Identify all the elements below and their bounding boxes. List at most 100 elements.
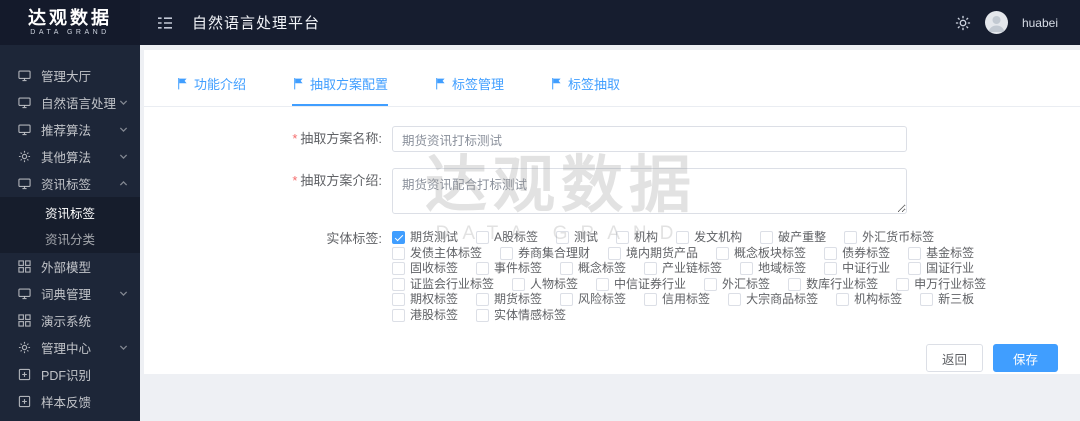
- entity-tag-checkbox[interactable]: 概念板块标签: [716, 246, 806, 262]
- entity-tag-checkbox[interactable]: 期权标签: [392, 292, 458, 308]
- checkbox-icon[interactable]: [908, 247, 921, 260]
- checkbox-icon[interactable]: [608, 247, 621, 260]
- checkbox-icon[interactable]: [676, 231, 689, 244]
- entity-tag-checkbox[interactable]: 基金标签: [908, 246, 974, 262]
- checkbox-icon[interactable]: [500, 247, 513, 260]
- back-button[interactable]: 返回: [926, 344, 983, 372]
- entity-tag-checkbox[interactable]: 信用标签: [644, 292, 710, 308]
- checkbox-label: 外汇标签: [722, 277, 770, 293]
- entity-tag-checkbox[interactable]: 测试: [556, 230, 598, 246]
- entity-tag-checkbox[interactable]: 境内期货产品: [608, 246, 698, 262]
- menu-toggle-icon[interactable]: [152, 10, 178, 36]
- entity-tag-checkbox[interactable]: 申万行业标签: [896, 277, 986, 293]
- entity-tag-checkbox[interactable]: 外汇货币标签: [844, 230, 934, 246]
- tab-标签管理[interactable]: 标签管理: [434, 74, 504, 106]
- sidebar-subitem[interactable]: 资讯分类: [0, 225, 140, 251]
- checkbox-icon[interactable]: [476, 231, 489, 244]
- entity-tag-checkbox[interactable]: 期货标签: [476, 292, 542, 308]
- checkbox-icon[interactable]: [392, 293, 405, 306]
- checkbox-icon[interactable]: [704, 278, 717, 291]
- entity-tag-checkbox[interactable]: 债券标签: [824, 246, 890, 262]
- entity-tag-checkbox[interactable]: A股标签: [476, 230, 538, 246]
- user-avatar[interactable]: [985, 11, 1008, 34]
- checkbox-icon[interactable]: [616, 231, 629, 244]
- checkbox-icon[interactable]: [392, 278, 405, 291]
- entity-tag-checkbox[interactable]: 发文机构: [676, 230, 742, 246]
- entity-tag-checkbox[interactable]: 大宗商品标签: [728, 292, 818, 308]
- entity-tag-checkbox[interactable]: 数库行业标签: [788, 277, 878, 293]
- entity-tag-checkbox[interactable]: 产业链标签: [644, 261, 722, 277]
- entity-tag-checkbox[interactable]: 机构标签: [836, 292, 902, 308]
- scheme-intro-textarea[interactable]: 期货资讯配合打标测试: [392, 168, 907, 214]
- settings-gear-icon[interactable]: [955, 15, 971, 31]
- entity-tag-checkbox[interactable]: 风险标签: [560, 292, 626, 308]
- entity-tag-checkbox[interactable]: 发债主体标签: [392, 246, 482, 262]
- entity-tag-checkbox[interactable]: 国证行业: [908, 261, 974, 277]
- checkbox-icon[interactable]: [824, 247, 837, 260]
- sidebar-subitem[interactable]: 资讯标签: [0, 199, 140, 225]
- entity-tag-checkbox-group: 期货测试 A股标签 测试 机构 发文机构 破产重整 外汇货币标签发债主体标签 券商集合理财 境内…: [392, 230, 952, 323]
- entity-tag-checkbox[interactable]: 期货测试: [392, 230, 458, 246]
- sidebar-item[interactable]: 资讯标签: [0, 170, 140, 197]
- save-button[interactable]: 保存: [993, 344, 1058, 372]
- entity-tag-checkbox[interactable]: 固收标签: [392, 261, 458, 277]
- checkbox-icon[interactable]: [512, 278, 525, 291]
- checkbox-icon[interactable]: [560, 293, 573, 306]
- entity-tag-checkbox[interactable]: 中证行业: [824, 261, 890, 277]
- sidebar-item[interactable]: 词典管理: [0, 280, 140, 307]
- entity-tag-checkbox[interactable]: 券商集合理财: [500, 246, 590, 262]
- checkbox-icon[interactable]: [596, 278, 609, 291]
- checkbox-icon[interactable]: [644, 262, 657, 275]
- checkbox-icon[interactable]: [556, 231, 569, 244]
- entity-tag-checkbox[interactable]: 港股标签: [392, 308, 458, 324]
- entity-tag-checkbox[interactable]: 外汇标签: [704, 277, 770, 293]
- sidebar-item[interactable]: 外部模型: [0, 253, 140, 280]
- checkbox-icon[interactable]: [788, 278, 801, 291]
- tab-功能介绍[interactable]: 功能介绍: [176, 74, 246, 106]
- checkbox-icon[interactable]: [896, 278, 909, 291]
- entity-tag-checkbox[interactable]: 中信证券行业: [596, 277, 686, 293]
- sidebar-item[interactable]: PDF识别: [0, 361, 140, 388]
- checkbox-icon[interactable]: [392, 262, 405, 275]
- entity-tag-checkbox[interactable]: 地域标签: [740, 261, 806, 277]
- tab-标签抽取[interactable]: 标签抽取: [550, 74, 620, 106]
- sidebar-item[interactable]: 管理大厅: [0, 62, 140, 89]
- username-label[interactable]: huabei: [1022, 16, 1058, 30]
- checkbox-icon[interactable]: [716, 247, 729, 260]
- tab-抽取方案配置[interactable]: 抽取方案配置: [292, 74, 388, 106]
- checkbox-icon[interactable]: [476, 309, 489, 322]
- checkbox-checked-icon[interactable]: [392, 231, 405, 244]
- scheme-name-input[interactable]: [392, 126, 907, 152]
- checkbox-icon[interactable]: [844, 231, 857, 244]
- checkbox-icon[interactable]: [728, 293, 741, 306]
- checkbox-icon[interactable]: [920, 293, 933, 306]
- checkbox-icon[interactable]: [740, 262, 753, 275]
- checkbox-icon[interactable]: [908, 262, 921, 275]
- entity-tag-checkbox[interactable]: 实体情感标签: [476, 308, 566, 324]
- checkbox-icon[interactable]: [476, 293, 489, 306]
- checkbox-icon[interactable]: [644, 293, 657, 306]
- entity-tag-checkbox[interactable]: 概念标签: [560, 261, 626, 277]
- checkbox-icon[interactable]: [476, 262, 489, 275]
- checkbox-icon[interactable]: [560, 262, 573, 275]
- sidebar-item[interactable]: 样本反馈: [0, 388, 140, 415]
- sidebar-item[interactable]: 帮助中心: [0, 415, 140, 421]
- entity-tag-checkbox[interactable]: 人物标签: [512, 277, 578, 293]
- entity-tag-checkbox[interactable]: 机构: [616, 230, 658, 246]
- checkbox-icon[interactable]: [836, 293, 849, 306]
- page-title: 自然语言处理平台: [192, 12, 320, 33]
- checkbox-icon[interactable]: [392, 309, 405, 322]
- sidebar-item[interactable]: 自然语言处理: [0, 89, 140, 116]
- sidebar-item[interactable]: 管理中心: [0, 334, 140, 361]
- entity-tag-checkbox[interactable]: 事件标签: [476, 261, 542, 277]
- sidebar-item[interactable]: 演示系统: [0, 307, 140, 334]
- entity-tag-checkbox[interactable]: 证监会行业标签: [392, 277, 494, 293]
- entity-tag-checkbox[interactable]: 新三板: [920, 292, 974, 308]
- sidebar-item[interactable]: 推荐算法: [0, 116, 140, 143]
- entity-tag-checkbox[interactable]: 破产重整: [760, 230, 826, 246]
- checkbox-icon[interactable]: [824, 262, 837, 275]
- checkbox-icon[interactable]: [760, 231, 773, 244]
- checkbox-label: 中证行业: [842, 261, 890, 277]
- sidebar-item[interactable]: 其他算法: [0, 143, 140, 170]
- checkbox-icon[interactable]: [392, 247, 405, 260]
